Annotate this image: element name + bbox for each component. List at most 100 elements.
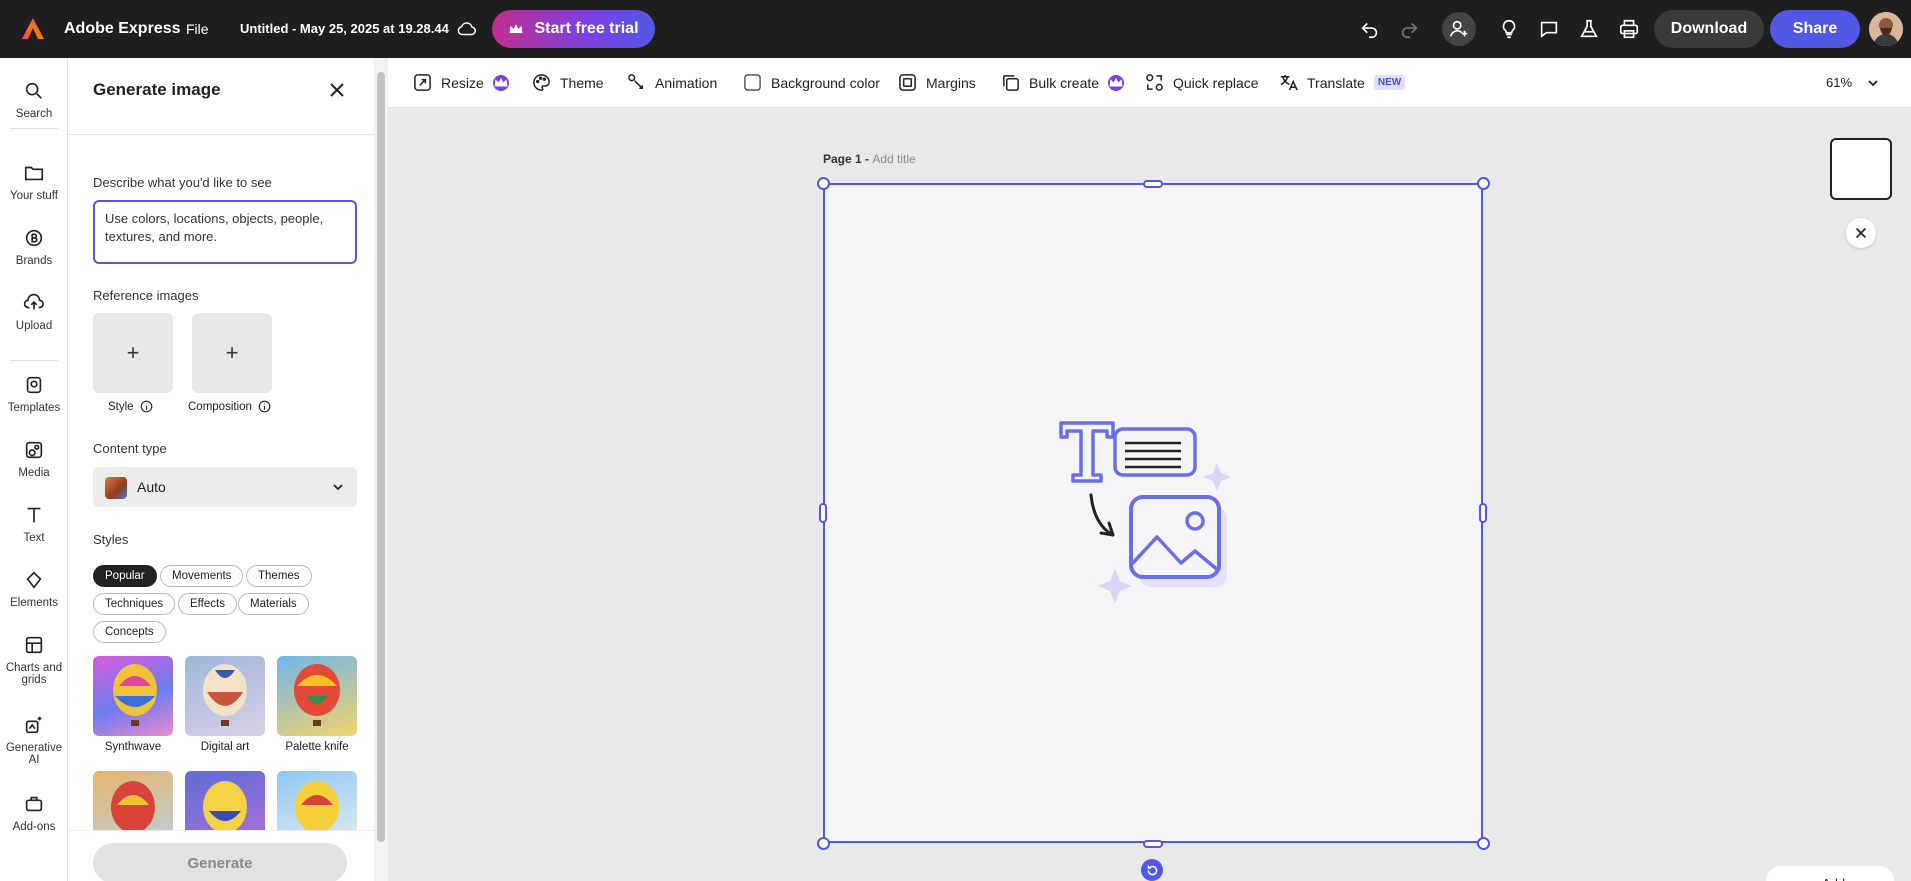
chip-popular[interactable]: Popular [93, 565, 157, 587]
prompt-input[interactable]: Use colors, locations, objects, people, … [93, 200, 357, 264]
cloud-sync-icon[interactable] [456, 18, 478, 40]
balloon-image [113, 664, 157, 726]
premium-crown-icon [1108, 74, 1125, 91]
lightbulb-icon[interactable] [1496, 16, 1522, 42]
canvas-toolbar: Resize Theme Animation Background color … [388, 58, 1911, 108]
style-tile-palette-knife[interactable] [277, 656, 357, 736]
content-type-thumbnail [105, 477, 127, 499]
rail-text[interactable]: Text [0, 504, 68, 544]
info-icon[interactable] [258, 400, 271, 413]
plus-icon: + [126, 340, 140, 365]
resize-handle-top-left[interactable] [817, 177, 830, 190]
rail-label: Generative [5, 742, 63, 754]
rail-elements[interactable]: Elements [0, 569, 68, 609]
rail-search[interactable]: Search [0, 80, 68, 120]
rotate-handle-icon[interactable] [1141, 859, 1163, 881]
rail-brands[interactable]: Brands [0, 227, 68, 267]
premium-crown-icon [492, 74, 509, 91]
adobe-express-logo-icon[interactable] [20, 16, 46, 42]
resize-handle-bottom-right[interactable] [1477, 837, 1490, 850]
rail-label: Brands [15, 255, 53, 267]
animation-button[interactable]: Animation [627, 73, 717, 92]
bulk-create-button[interactable]: Bulk create [1001, 73, 1125, 92]
quick-replace-label: Quick replace [1173, 74, 1259, 91]
flask-icon[interactable] [1576, 16, 1602, 42]
style-tile-label: Palette knife [285, 741, 349, 753]
theme-button[interactable]: Theme [532, 73, 604, 92]
canvas-page[interactable] [823, 183, 1483, 843]
page-thumbnail[interactable] [1830, 138, 1892, 200]
reference-images-label: Reference images [93, 288, 199, 303]
background-color-button[interactable]: Background color [743, 73, 880, 92]
balloon-image [203, 664, 247, 726]
rail-generative-ai[interactable]: Generative AI [0, 714, 68, 766]
add-title-link[interactable]: Add title [872, 152, 915, 166]
file-menu[interactable]: File [186, 21, 209, 37]
document-title[interactable]: Untitled - May 25, 2025 at 19.28.44 [240, 21, 449, 36]
rail-label: grids [21, 674, 47, 686]
rail-label: Elements [10, 597, 58, 609]
info-icon[interactable] [140, 400, 153, 413]
chip-themes[interactable]: Themes [246, 565, 312, 587]
panel-scrollbar[interactable] [374, 58, 388, 881]
resize-handle-left[interactable] [819, 503, 827, 523]
print-icon[interactable] [1616, 16, 1642, 42]
rail-your-stuff[interactable]: Your stuff [0, 162, 68, 202]
top-bar: Adobe Express File Untitled - May 25, 20… [0, 0, 1911, 58]
add-page-button[interactable]: Add page [1772, 866, 1894, 881]
generate-button[interactable]: Generate [93, 843, 347, 881]
rail-charts-and-grids[interactable]: Charts and grids [0, 634, 68, 686]
add-style-reference-button[interactable]: + [93, 313, 173, 393]
rail-add-ons[interactable]: Add-ons [0, 793, 68, 833]
divider [10, 128, 58, 129]
rail-label: Text [23, 532, 45, 544]
resize-icon [414, 74, 431, 91]
resize-handle-top-right[interactable] [1477, 177, 1490, 190]
rail-label: Upload [15, 320, 53, 332]
close-icon[interactable] [325, 78, 349, 102]
avatar[interactable] [1869, 12, 1903, 46]
chip-concepts[interactable]: Concepts [93, 621, 166, 643]
translate-button[interactable]: Translate NEW [1279, 73, 1406, 92]
upload-icon [23, 292, 45, 314]
text-icon [23, 504, 45, 526]
resize-handle-bottom[interactable] [1143, 840, 1163, 848]
translate-icon [1280, 74, 1298, 91]
invite-icon[interactable] [1442, 12, 1476, 46]
content-type-label: Content type [93, 441, 167, 456]
close-icon[interactable] [1846, 218, 1876, 248]
scrollbar-thumb[interactable] [377, 72, 385, 842]
rail-label: Charts and [5, 662, 63, 674]
resize-handle-bottom-left[interactable] [817, 837, 830, 850]
chip-materials[interactable]: Materials [238, 593, 309, 615]
rail-media[interactable]: Media [0, 439, 68, 479]
margins-button[interactable]: Margins [898, 73, 976, 92]
rail-upload[interactable]: Upload [0, 292, 68, 332]
zoom-control[interactable]: 61% [1826, 75, 1880, 90]
page-number: Page 1 - [823, 152, 870, 166]
share-button[interactable]: Share [1770, 10, 1860, 48]
style-tile-digital-art[interactable] [185, 656, 265, 736]
elements-icon [23, 569, 45, 591]
comment-icon[interactable] [1536, 16, 1562, 42]
resize-handle-right[interactable] [1479, 503, 1487, 523]
rail-label: Templates [7, 402, 61, 414]
content-type-value: Auto [137, 479, 166, 495]
redo-icon[interactable] [1396, 16, 1422, 42]
download-button[interactable]: Download [1654, 10, 1764, 48]
resize-handle-top[interactable] [1143, 180, 1163, 188]
style-caption-label: Style [108, 400, 134, 413]
content-type-select[interactable]: Auto [93, 467, 357, 507]
chip-movements[interactable]: Movements [160, 565, 244, 587]
undo-icon[interactable] [1357, 16, 1383, 42]
quick-replace-button[interactable]: Quick replace [1145, 73, 1259, 92]
composition-caption: Composition [188, 400, 271, 413]
add-composition-reference-button[interactable]: + [192, 313, 272, 393]
rail-templates[interactable]: Templates [0, 374, 68, 414]
chip-effects[interactable]: Effects [178, 593, 237, 615]
style-tile-synthwave[interactable] [93, 656, 173, 736]
resize-button[interactable]: Resize [413, 73, 509, 92]
chip-techniques[interactable]: Techniques [93, 593, 176, 615]
palette-icon [533, 74, 550, 91]
start-free-trial-button[interactable]: Start free trial [492, 10, 655, 48]
